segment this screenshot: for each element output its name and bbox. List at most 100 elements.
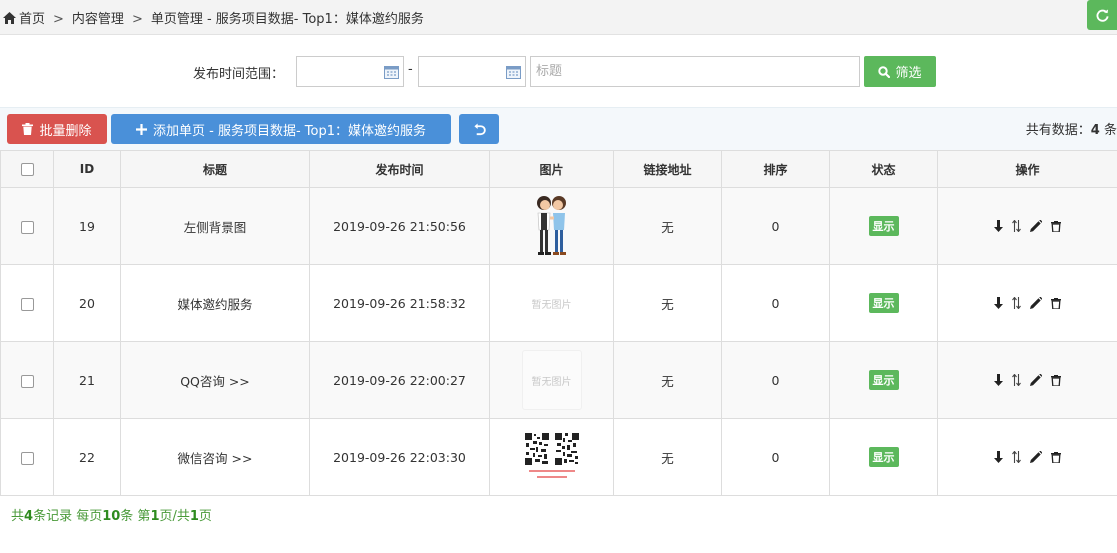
header-sort: 排序 [721, 150, 830, 188]
arrow-down-icon[interactable] [994, 220, 1003, 232]
header-image: 图片 [489, 150, 614, 188]
cell-status: 显示 [829, 418, 938, 496]
cell-sort: 0 [721, 341, 830, 419]
pager-text: 页 [198, 509, 212, 524]
calendar-icon [384, 66, 399, 79]
cell-time: 2019-09-26 22:00:27 [309, 341, 490, 419]
pages-table: ID 标题 发布时间 图片 链接地址 排序 状态 操作 19 左侧背景图 201… [0, 150, 1117, 496]
table-row: 22 微信咨询 >> 2019-09-26 22:03:30 无 0 显示 [0, 418, 1117, 496]
no-image-placeholder[interactable]: 暂无图片 [532, 300, 572, 311]
no-image-thumbnail[interactable]: 暂无图片 [521, 350, 582, 410]
cell-time: 2019-09-26 21:50:56 [309, 187, 490, 265]
breadcrumb-separator: > [131, 12, 143, 27]
status-badge[interactable]: 显示 [868, 370, 899, 390]
cell-link: 无 [613, 341, 722, 419]
arrow-down-icon[interactable] [994, 374, 1003, 386]
breadcrumb-content-management[interactable]: 内容管理 [72, 12, 124, 27]
cell-image: 暂无图片 [489, 341, 614, 419]
header-status: 状态 [829, 150, 938, 188]
cell-status: 显示 [829, 264, 938, 342]
breadcrumb-home[interactable]: 首页 [19, 12, 45, 27]
pager-text: 页/共 [159, 509, 190, 524]
status-badge[interactable]: 显示 [868, 293, 899, 313]
batch-delete-label: 批量删除 [39, 123, 92, 139]
trash-icon[interactable] [1051, 297, 1061, 309]
pager-total-pages: 1 [189, 509, 199, 524]
row-checkbox[interactable] [20, 297, 34, 311]
sort-icon[interactable] [1012, 220, 1021, 232]
total-number: 4 [1090, 123, 1100, 138]
row-select-cell [0, 187, 54, 265]
cell-status: 显示 [829, 341, 938, 419]
refresh-button[interactable] [1087, 0, 1117, 30]
date-range-dash: - [408, 62, 413, 77]
pager-text: 条 第 [120, 509, 151, 524]
filter-button[interactable]: 筛选 [864, 56, 936, 87]
cell-title: 微信咨询 >> [120, 418, 310, 496]
trash-icon[interactable] [1051, 451, 1061, 463]
cell-id: 20 [53, 264, 121, 342]
add-page-button[interactable]: 添加单页 - 服务项目数据- Top1：媒体邀约服务 [111, 114, 451, 144]
cell-time: 2019-09-26 22:03:30 [309, 418, 490, 496]
qr-codes-image[interactable] [523, 431, 581, 481]
cell-sort: 0 [721, 187, 830, 265]
table-header-row: ID 标题 发布时间 图片 链接地址 排序 状态 操作 [0, 150, 1117, 188]
trash-icon[interactable] [1051, 220, 1061, 232]
header-publish-time: 发布时间 [309, 150, 490, 188]
calendar-icon [506, 66, 521, 79]
top-bar: 首页 > 内容管理 > 单页管理 - 服务项目数据- Top1：媒体邀约服务 [0, 0, 1117, 35]
table-row: 20 媒体邀约服务 2019-09-26 21:58:32 暂无图片 无 0 显… [0, 264, 1117, 342]
arrow-down-icon[interactable] [994, 451, 1003, 463]
date-to-input[interactable] [418, 56, 526, 87]
cell-title: QQ咨询 >> [120, 341, 310, 419]
total-count: 共有数据：4 条 [1026, 119, 1117, 138]
back-button[interactable] [459, 114, 499, 144]
row-checkbox[interactable] [20, 374, 34, 388]
cell-image [489, 418, 614, 496]
table-row: 19 左侧背景图 2019-09-26 21:50:56 无 0 显示 [0, 187, 1117, 265]
filter-bar: 发布时间范围： - 筛选 [0, 56, 1117, 88]
cell-link: 无 [613, 418, 722, 496]
arrow-down-icon[interactable] [994, 297, 1003, 309]
row-select-cell [0, 264, 54, 342]
row-checkbox[interactable] [20, 451, 34, 465]
pager-per-page: 10 [102, 509, 121, 524]
search-icon [878, 65, 891, 78]
sort-icon[interactable] [1012, 451, 1021, 463]
home-icon [3, 12, 16, 24]
status-badge[interactable]: 显示 [868, 447, 899, 467]
cell-id: 22 [53, 418, 121, 496]
date-from-input[interactable] [296, 56, 404, 87]
cell-status: 显示 [829, 187, 938, 265]
header-id: ID [53, 150, 121, 188]
status-badge[interactable]: 显示 [868, 216, 899, 236]
filter-button-label: 筛选 [895, 66, 922, 81]
header-select-all [0, 150, 54, 188]
cell-image [489, 187, 614, 265]
edit-icon[interactable] [1030, 220, 1042, 232]
cell-id: 19 [53, 187, 121, 265]
header-title: 标题 [120, 150, 310, 188]
pagination-summary: 共4条记录 每页10条 第1页/共1页 [11, 505, 212, 524]
cell-sort: 0 [721, 264, 830, 342]
cell-actions [937, 418, 1117, 496]
table-row: 21 QQ咨询 >> 2019-09-26 22:00:27 暂无图片 无 0 … [0, 341, 1117, 419]
undo-icon [473, 122, 486, 135]
add-page-label: 添加单页 - 服务项目数据- Top1：媒体邀约服务 [153, 123, 426, 139]
edit-icon[interactable] [1030, 451, 1042, 463]
batch-delete-button[interactable]: 批量删除 [7, 114, 107, 144]
pager-text: 共 [11, 509, 25, 524]
cell-link: 无 [613, 187, 722, 265]
cell-link: 无 [613, 264, 722, 342]
sort-icon[interactable] [1012, 297, 1021, 309]
cell-time: 2019-09-26 21:58:32 [309, 264, 490, 342]
sort-icon[interactable] [1012, 374, 1021, 386]
row-checkbox[interactable] [20, 220, 34, 234]
select-all-checkbox[interactable] [20, 163, 34, 176]
edit-icon[interactable] [1030, 374, 1042, 386]
cell-actions [937, 187, 1117, 265]
couple-illustration-image[interactable] [532, 194, 572, 256]
trash-icon[interactable] [1051, 374, 1061, 386]
edit-icon[interactable] [1030, 297, 1042, 309]
title-search-input[interactable] [530, 56, 860, 87]
